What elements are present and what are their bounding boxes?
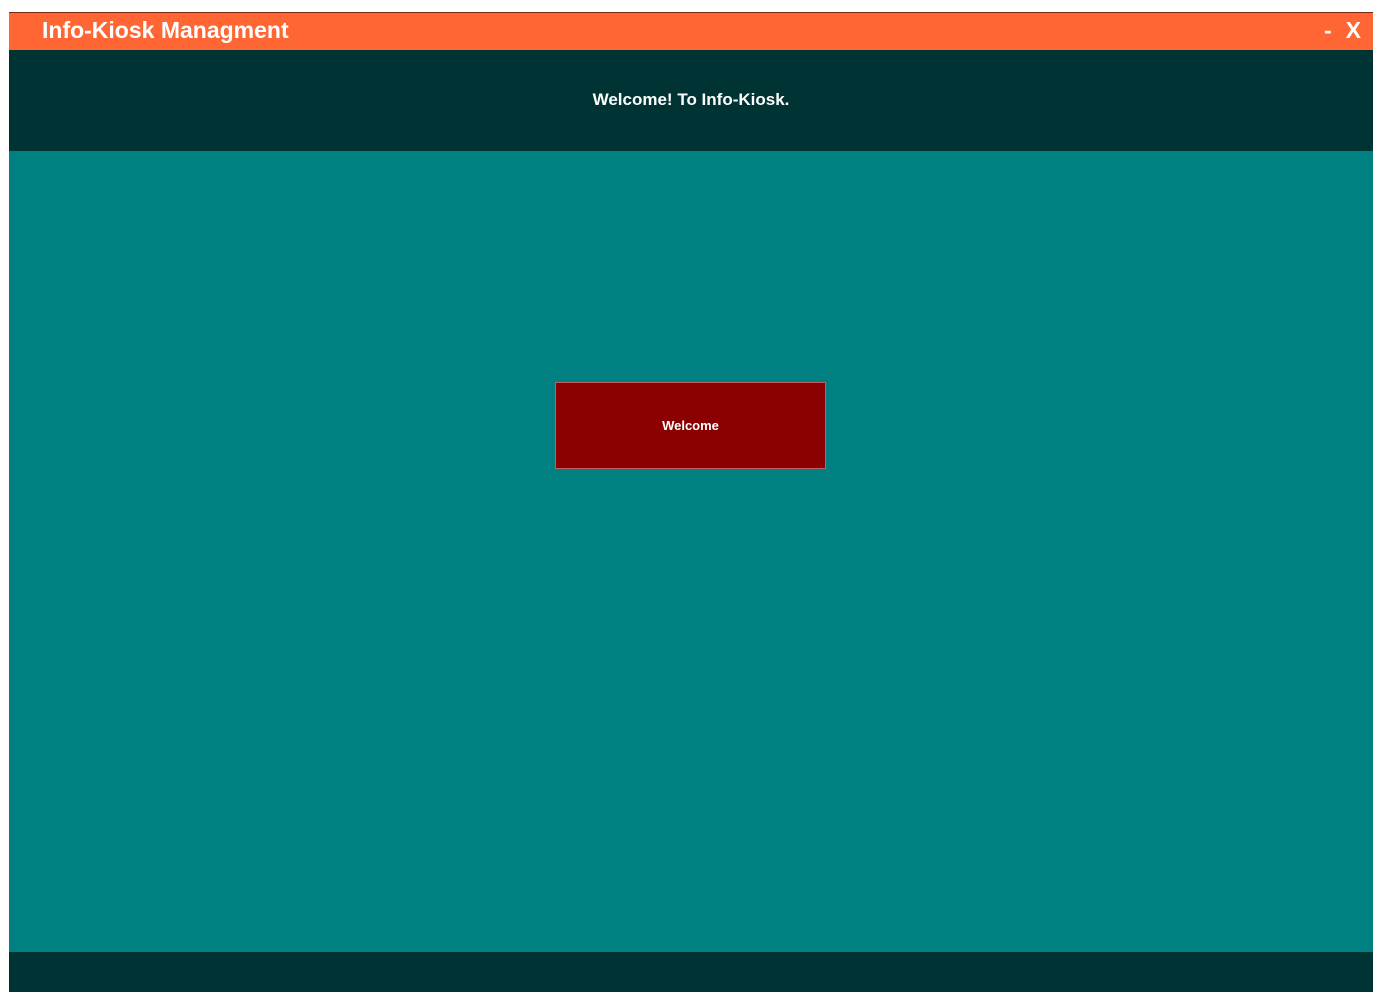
footer-bar bbox=[9, 952, 1373, 992]
close-button[interactable]: X bbox=[1346, 16, 1361, 44]
welcome-heading: Welcome! To Info-Kiosk. bbox=[592, 90, 790, 109]
main-content: Welcome bbox=[9, 151, 1373, 952]
header-banner: Welcome! To Info-Kiosk. bbox=[9, 50, 1373, 151]
window-title: Info-Kiosk Managment bbox=[42, 17, 289, 43]
welcome-button[interactable]: Welcome bbox=[555, 382, 826, 469]
title-bar[interactable]: Info-Kiosk Managment - X bbox=[9, 12, 1373, 50]
app-window: Info-Kiosk Managment - X Welcome! To Inf… bbox=[9, 12, 1373, 992]
minimize-button[interactable]: - bbox=[1324, 16, 1332, 44]
window-controls: - X bbox=[1324, 16, 1361, 44]
